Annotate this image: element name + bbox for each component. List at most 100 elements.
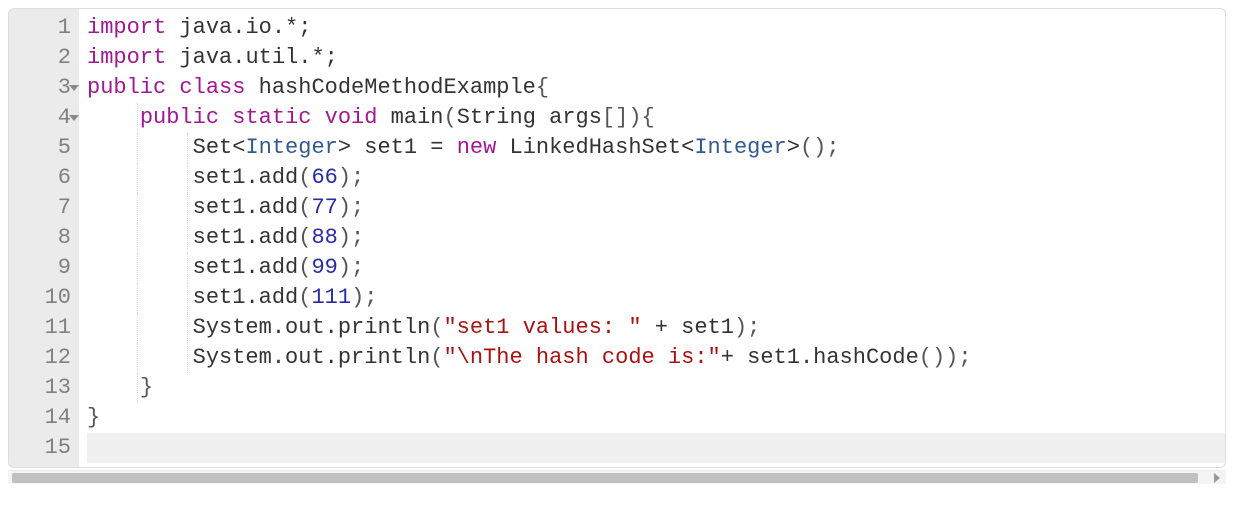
- code-token: add: [259, 195, 299, 220]
- code-line[interactable]: System.out.println("set1 values: " + set…: [87, 313, 1225, 343]
- code-token: <: [232, 135, 245, 160]
- code-token: .: [245, 165, 258, 190]
- code-line[interactable]: public static void main(String args[]){: [87, 103, 1225, 133]
- code-line[interactable]: Set<Integer> set1 = new LinkedHashSet<In…: [87, 133, 1225, 163]
- code-line[interactable]: set1.add(66);: [87, 163, 1225, 193]
- code-token: add: [259, 225, 299, 250]
- fold-toggle-icon[interactable]: [69, 115, 79, 121]
- code-token: );: [734, 315, 760, 340]
- code-token: .: [325, 345, 338, 370]
- code-token: .*;: [272, 15, 312, 40]
- code-line[interactable]: System.out.println("\nThe hash code is:"…: [87, 343, 1225, 373]
- code-token: static: [232, 105, 311, 130]
- code-token: 77: [311, 195, 337, 220]
- code-line[interactable]: set1.add(99);: [87, 253, 1225, 283]
- code-line[interactable]: public class hashCodeMethodExample{: [87, 73, 1225, 103]
- code-token: public: [87, 75, 166, 100]
- code-token: 111: [311, 285, 351, 310]
- code-token: [311, 105, 324, 130]
- code-token: Set: [87, 135, 232, 160]
- code-token: [87, 375, 140, 400]
- code-line[interactable]: }: [87, 403, 1225, 433]
- active-line-highlight: [87, 433, 1225, 463]
- code-editor[interactable]: 123456789101112131415 import java.io.*;i…: [8, 8, 1226, 468]
- code-token: Integer: [245, 135, 337, 160]
- code-token: [87, 105, 140, 130]
- code-token: [642, 315, 655, 340]
- code-line[interactable]: import java.io.*;: [87, 13, 1225, 43]
- line-number: 2: [25, 43, 71, 73]
- code-token: (: [430, 315, 443, 340]
- horizontal-scrollbar[interactable]: [8, 470, 1226, 484]
- code-line[interactable]: set1.add(111);: [87, 283, 1225, 313]
- code-line[interactable]: [87, 433, 1225, 463]
- code-token: (: [443, 105, 456, 130]
- code-token: );: [338, 225, 364, 250]
- code-token: "set1 values: ": [443, 315, 641, 340]
- line-number: 15: [25, 433, 71, 463]
- code-token: java: [166, 45, 232, 70]
- scroll-right-icon[interactable]: [1214, 473, 1220, 483]
- line-number: 3: [25, 73, 71, 103]
- code-line[interactable]: }: [87, 373, 1225, 403]
- code-token: Integer: [694, 135, 786, 160]
- code-token: println: [338, 345, 430, 370]
- code-token: }: [87, 405, 100, 430]
- code-token: .: [245, 255, 258, 280]
- code-token: set1: [351, 135, 430, 160]
- fold-toggle-icon[interactable]: [69, 85, 79, 91]
- line-number: 13: [25, 373, 71, 403]
- code-token: hashCode: [813, 345, 919, 370]
- code-token: set1: [668, 315, 734, 340]
- code-line[interactable]: import java.util.*;: [87, 43, 1225, 73]
- code-token: set1: [734, 345, 800, 370]
- line-number: 7: [25, 193, 71, 223]
- code-token: [166, 75, 179, 100]
- line-number: 12: [25, 343, 71, 373]
- code-token: String args: [457, 105, 602, 130]
- code-token: +: [655, 315, 668, 340]
- code-token: 99: [311, 255, 337, 280]
- line-number: 4: [25, 103, 71, 133]
- code-token: .: [245, 285, 258, 310]
- code-token: []){: [602, 105, 655, 130]
- code-token: set1: [87, 165, 245, 190]
- code-token: 88: [311, 225, 337, 250]
- code-token: new: [457, 135, 497, 160]
- code-token: .: [272, 315, 285, 340]
- code-token: add: [259, 255, 299, 280]
- code-token: );: [351, 285, 377, 310]
- scrollbar-thumb[interactable]: [12, 473, 1198, 483]
- code-token: LinkedHashSet: [496, 135, 681, 160]
- code-token: [219, 105, 232, 130]
- code-token: void: [325, 105, 378, 130]
- code-token: io: [245, 15, 271, 40]
- code-token: System: [87, 345, 272, 370]
- code-token: (: [298, 255, 311, 280]
- code-token: );: [338, 195, 364, 220]
- code-token: set1: [87, 225, 245, 250]
- code-token: );: [338, 165, 364, 190]
- code-token: .: [245, 195, 258, 220]
- code-token: println: [338, 315, 430, 340]
- code-token: 66: [311, 165, 337, 190]
- code-token: (: [430, 345, 443, 370]
- code-token: import: [87, 45, 166, 70]
- code-token: .: [272, 345, 285, 370]
- code-line[interactable]: set1.add(77);: [87, 193, 1225, 223]
- code-token: }: [140, 375, 153, 400]
- code-token: public: [140, 105, 219, 130]
- code-token: out: [285, 345, 325, 370]
- code-token: +: [721, 345, 734, 370]
- line-number: 10: [25, 283, 71, 313]
- code-token: hashCodeMethodExample: [245, 75, 535, 100]
- code-token: class: [179, 75, 245, 100]
- code-line[interactable]: set1.add(88);: [87, 223, 1225, 253]
- code-token: >: [338, 135, 351, 160]
- code-token: System: [87, 315, 272, 340]
- code-token: );: [338, 255, 364, 280]
- code-area[interactable]: import java.io.*;import java.util.*;publ…: [79, 9, 1225, 467]
- code-token: add: [259, 165, 299, 190]
- code-token: [443, 135, 456, 160]
- code-token: import: [87, 15, 166, 40]
